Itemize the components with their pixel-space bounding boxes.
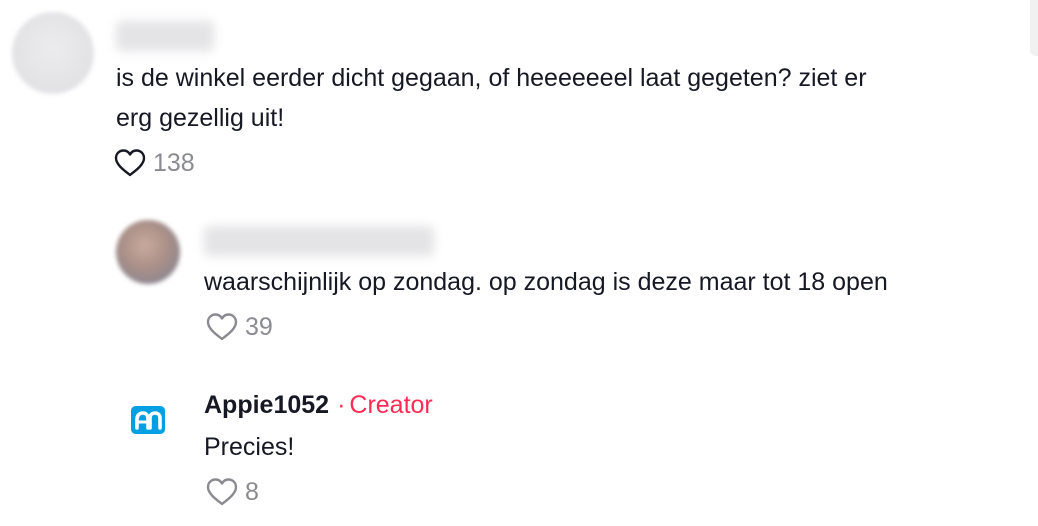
username-redacted[interactable] <box>204 226 434 256</box>
comment-text: Precies! <box>204 433 295 461</box>
reply-1: waarschijnlijk op zondag. op zondag is d… <box>0 200 1038 350</box>
comment-text: waarschijnlijk op zondag. op zondag is d… <box>204 268 888 296</box>
albert-heijn-logo-icon <box>128 400 168 445</box>
comment-text-line1: is de winkel eerder dicht gegaan, of hee… <box>116 64 867 92</box>
comment-1: is de winkel eerder dicht gegaan, of hee… <box>0 0 1038 190</box>
like-count: 8 <box>245 478 259 506</box>
avatar[interactable] <box>116 220 180 284</box>
like-count: 39 <box>245 313 273 341</box>
like-count: 138 <box>153 149 195 177</box>
username-text[interactable]: Appie1052 <box>204 391 329 419</box>
like-button[interactable]: 8 <box>205 476 259 508</box>
username-redacted[interactable] <box>116 21 214 51</box>
reply-2: Appie1052 · Creator Precies! 8 <box>0 370 1038 526</box>
avatar[interactable] <box>12 12 94 94</box>
avatar[interactable] <box>116 390 180 454</box>
username[interactable]: Appie1052 · Creator <box>204 389 433 421</box>
heart-icon <box>205 312 239 342</box>
creator-badge: Creator <box>349 391 433 419</box>
like-button[interactable]: 138 <box>113 147 195 179</box>
like-button[interactable]: 39 <box>205 311 273 343</box>
comment-text-line2: erg gezellig uit! <box>116 104 285 132</box>
separator-dot: · <box>337 391 346 419</box>
heart-icon <box>113 148 147 178</box>
heart-icon <box>205 477 239 507</box>
